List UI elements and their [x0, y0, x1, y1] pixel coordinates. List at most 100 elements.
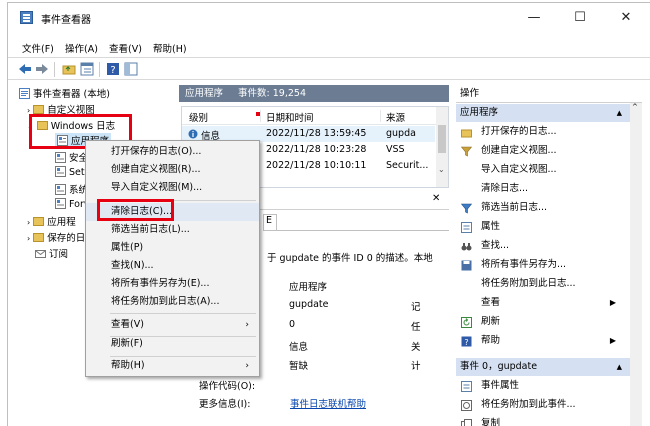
detail-user: 暂缺: [289, 361, 309, 372]
tree-item-apps-services[interactable]: › 应用程: [27, 214, 76, 228]
actions-title: 操作: [456, 85, 642, 103]
info-icon: [188, 129, 198, 139]
ctx-find[interactable]: 查找(N)...: [86, 257, 259, 275]
close-detail-icon[interactable]: ✕: [432, 193, 440, 204]
action-event-properties[interactable]: 事件属性: [456, 377, 630, 395]
opcode-label: 操作代码(O):: [199, 381, 256, 392]
back-arrow-icon[interactable]: [18, 62, 32, 76]
highlight-clear-log: [97, 199, 174, 221]
tree-item-subscriptions[interactable]: 订阅: [35, 246, 68, 260]
filter-icon: [461, 146, 472, 157]
detail-right-label: 记: [411, 302, 421, 313]
folder-icon: [33, 217, 45, 226]
minimize-button[interactable]: —: [511, 3, 557, 33]
ctx-create-custom-view[interactable]: 创建自定义视图(R)...: [86, 161, 259, 179]
folder-icon: [33, 233, 45, 242]
detail-tab-general[interactable]: E: [263, 214, 277, 230]
action-clear-log[interactable]: 清除日志...: [456, 180, 630, 198]
action-create-custom-view[interactable]: 创建自定义视图...: [456, 142, 630, 160]
action-help[interactable]: ? 帮助 ▶: [456, 332, 630, 350]
close-button[interactable]: ✕: [603, 3, 649, 33]
filter-icon: [461, 203, 472, 214]
window-title: 事件查看器: [41, 15, 91, 26]
open-folder-icon: [461, 129, 472, 138]
action-copy[interactable]: 复制: [456, 415, 630, 426]
action-save-all-events[interactable]: 将所有事件另存为...: [456, 256, 630, 274]
cell-source: gupda: [386, 128, 416, 139]
cell-source: Securit...: [386, 160, 429, 171]
ctx-import-custom-view[interactable]: 导入自定义视图(M)...: [86, 179, 259, 197]
submenu-arrow-icon: ▶: [609, 336, 616, 345]
tree-item-saved-logs[interactable]: › 保存的日: [27, 230, 85, 244]
menu-file[interactable]: 文件(F): [22, 41, 54, 55]
save-icon: [461, 260, 472, 271]
menu-view[interactable]: 查看(V): [109, 41, 142, 55]
menu-action[interactable]: 操作(A): [65, 41, 98, 55]
action-refresh[interactable]: 刷新: [456, 313, 630, 331]
action-view[interactable]: 查看 ▶: [456, 294, 630, 312]
title-bar: 事件查看器 — ☐ ✕: [8, 3, 650, 33]
column-source[interactable]: 来源: [386, 110, 405, 124]
event-description: 于 gupdate 的事件 ID 0 的描述。本地: [267, 253, 433, 264]
cell-datetime: 2022/11/28 10:10:11: [266, 160, 367, 171]
collapse-icon[interactable]: ▲: [617, 104, 622, 122]
actions-section-application[interactable]: 应用程序 ▲: [456, 104, 630, 122]
ctx-attach-task[interactable]: 将任务附加到此日志(A)...: [86, 293, 259, 311]
column-datetime[interactable]: 日期和时间: [266, 110, 314, 124]
detail-right-label: 关: [411, 342, 421, 353]
ctx-open-saved-log[interactable]: 打开保存的日志(O)...: [86, 143, 259, 161]
toolbar-separator: [99, 62, 100, 77]
up-folder-icon[interactable]: [62, 62, 76, 76]
help-icon[interactable]: ?: [106, 62, 120, 76]
maximize-button[interactable]: ☐: [557, 3, 603, 33]
help-icon: ?: [461, 336, 472, 347]
chevron-right-icon[interactable]: ›: [27, 234, 30, 243]
grid-scrollbar[interactable]: ⌄: [436, 107, 448, 187]
action-import-custom-view[interactable]: 导入自定义视图...: [456, 161, 630, 179]
log-icon: [55, 166, 66, 177]
detail-source: gupdate: [289, 299, 329, 310]
tree-item-security[interactable]: 安全: [55, 150, 88, 164]
event-viewer-app-icon: [20, 11, 33, 24]
column-level[interactable]: 级别: [189, 110, 208, 124]
action-attach-task-log[interactable]: 将任务附加到此日志...: [456, 275, 630, 293]
toolbar-divider: [8, 79, 650, 80]
collapse-icon[interactable]: ▲: [617, 358, 622, 376]
actions-scrollbar[interactable]: ^: [630, 103, 642, 426]
more-info-label: 更多信息(I):: [199, 399, 251, 410]
folder-icon: [33, 105, 45, 114]
ctx-save-all-events[interactable]: 将所有事件另存为(E)...: [86, 275, 259, 293]
tree-root[interactable]: 事件查看器 (本地): [19, 86, 110, 100]
actions-section-event[interactable]: 事件 0，gupdate ▲: [456, 358, 630, 376]
detail-right-label: 计: [411, 361, 421, 372]
copy-icon: [461, 419, 472, 426]
properties-pane-icon[interactable]: [80, 62, 94, 76]
event-properties-icon: [461, 381, 472, 392]
forward-arrow-icon[interactable]: [35, 62, 49, 76]
submenu-arrow-icon: ▶: [609, 298, 616, 307]
cell-datetime: 2022/11/28 13:59:45: [266, 128, 367, 139]
log-icon: [55, 152, 66, 163]
action-open-saved-log[interactable]: 打开保存的日志...: [456, 123, 630, 141]
action-filter-log[interactable]: 筛选当前日志...: [456, 199, 630, 217]
ctx-refresh[interactable]: 刷新(F): [86, 335, 259, 353]
menu-help[interactable]: 帮助(H): [153, 41, 187, 55]
ctx-view[interactable]: 查看(V) ›: [86, 316, 259, 334]
ctx-help[interactable]: 帮助(H) ›: [86, 357, 259, 375]
log-header-count: 事件数: 19,254: [238, 88, 307, 99]
event-viewer-icon: [19, 88, 30, 99]
show-pane-icon[interactable]: [124, 62, 138, 76]
ctx-properties[interactable]: 属性(P): [86, 239, 259, 257]
chevron-right-icon[interactable]: ›: [27, 218, 30, 227]
scroll-up-icon[interactable]: ^: [632, 103, 638, 111]
online-help-link[interactable]: 事件日志联机帮助: [290, 396, 366, 410]
detail-right-label: 任: [411, 322, 421, 333]
tree-item-system[interactable]: 系统: [55, 182, 88, 196]
chevron-down-icon[interactable]: ⌄: [438, 165, 445, 174]
menu-separator: [110, 313, 256, 314]
action-properties[interactable]: 属性: [456, 218, 630, 236]
action-find[interactable]: 查找...: [456, 237, 630, 255]
ctx-filter-log[interactable]: 筛选当前日志(L)...: [86, 221, 259, 239]
action-attach-task-event[interactable]: 将任务附加到此事件...: [456, 396, 630, 414]
scrollbar-thumb[interactable]: [438, 125, 446, 153]
